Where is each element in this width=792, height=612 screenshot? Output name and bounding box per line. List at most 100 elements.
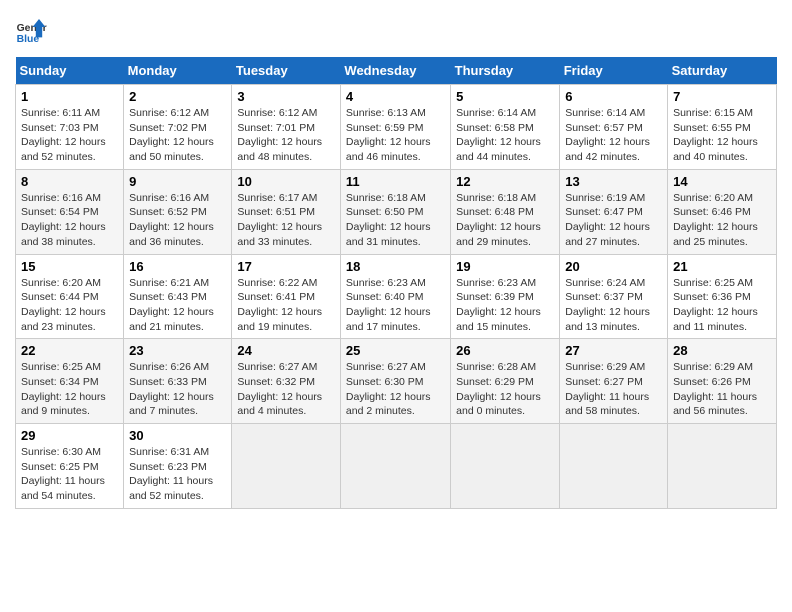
calendar-cell: 4Sunrise: 6:13 AMSunset: 6:59 PMDaylight…: [340, 85, 450, 170]
calendar-cell: [232, 424, 341, 509]
calendar-cell: 3Sunrise: 6:12 AMSunset: 7:01 PMDaylight…: [232, 85, 341, 170]
calendar-cell: 15 Sunrise: 6:20 AMSunset: 6:44 PMDayligh…: [16, 254, 124, 339]
day-details: Sunrise: 6:14 AMSunset: 6:58 PMDaylight:…: [456, 106, 554, 165]
page-header: General Blue: [15, 15, 777, 47]
day-details: Sunrise: 6:25 AMSunset: 6:36 PMDaylight:…: [673, 276, 771, 335]
col-wednesday: Wednesday: [340, 57, 450, 85]
calendar-table: Sunday Monday Tuesday Wednesday Thursday…: [15, 57, 777, 509]
calendar-cell: 12 Sunrise: 6:18 AMSunset: 6:48 PMDayligh…: [451, 169, 560, 254]
day-details: Sunrise: 6:23 AMSunset: 6:39 PMDaylight:…: [456, 276, 554, 335]
day-details: Sunrise: 6:12 AMSunset: 7:01 PMDaylight:…: [237, 106, 335, 165]
day-number: 29: [21, 428, 118, 443]
calendar-cell: [560, 424, 668, 509]
calendar-cell: 30 Sunrise: 6:31 AMSunset: 6:23 PMDayligh…: [124, 424, 232, 509]
day-details: Sunrise: 6:18 AMSunset: 6:50 PMDaylight:…: [346, 191, 445, 250]
day-number: 14: [673, 174, 771, 189]
day-number: 15: [21, 259, 118, 274]
calendar-cell: 13 Sunrise: 6:19 AMSunset: 6:47 PMDayligh…: [560, 169, 668, 254]
calendar-cell: 20 Sunrise: 6:24 AMSunset: 6:37 PMDayligh…: [560, 254, 668, 339]
day-details: Sunrise: 6:30 AMSunset: 6:25 PMDaylight:…: [21, 445, 118, 504]
calendar-cell: 19 Sunrise: 6:23 AMSunset: 6:39 PMDayligh…: [451, 254, 560, 339]
day-details: Sunrise: 6:28 AMSunset: 6:29 PMDaylight:…: [456, 360, 554, 419]
day-details: Sunrise: 6:31 AMSunset: 6:23 PMDaylight:…: [129, 445, 226, 504]
day-number: 27: [565, 343, 662, 358]
logo-icon: General Blue: [15, 15, 47, 47]
calendar-cell: 23 Sunrise: 6:26 AMSunset: 6:33 PMDayligh…: [124, 339, 232, 424]
calendar-cell: 21 Sunrise: 6:25 AMSunset: 6:36 PMDayligh…: [668, 254, 777, 339]
calendar-cell: 26 Sunrise: 6:28 AMSunset: 6:29 PMDayligh…: [451, 339, 560, 424]
day-number: 25: [346, 343, 445, 358]
day-details: Sunrise: 6:24 AMSunset: 6:37 PMDaylight:…: [565, 276, 662, 335]
day-number: 24: [237, 343, 335, 358]
calendar-cell: 17Sunrise: 6:22 AMSunset: 6:41 PMDayligh…: [232, 254, 341, 339]
col-friday: Friday: [560, 57, 668, 85]
day-details: Sunrise: 6:21 AMSunset: 6:43 PMDaylight:…: [129, 276, 226, 335]
calendar-cell: 6 Sunrise: 6:14 AMSunset: 6:57 PMDaylight…: [560, 85, 668, 170]
day-number: 4: [346, 89, 445, 104]
calendar-cell: 16 Sunrise: 6:21 AMSunset: 6:43 PMDayligh…: [124, 254, 232, 339]
col-saturday: Saturday: [668, 57, 777, 85]
day-number: 16: [129, 259, 226, 274]
calendar-cell: 18 Sunrise: 6:23 AMSunset: 6:40 PMDayligh…: [340, 254, 450, 339]
calendar-cell: 10 Sunrise: 6:17 AMSunset: 6:51 PMDayligh…: [232, 169, 341, 254]
day-number: 30: [129, 428, 226, 443]
calendar-cell: 27 Sunrise: 6:29 AMSunset: 6:27 PMDayligh…: [560, 339, 668, 424]
day-number: 26: [456, 343, 554, 358]
day-number: 19: [456, 259, 554, 274]
calendar-cell: 5Sunrise: 6:14 AMSunset: 6:58 PMDaylight…: [451, 85, 560, 170]
calendar-cell: 24 Sunrise: 6:27 AMSunset: 6:32 PMDayligh…: [232, 339, 341, 424]
calendar-cell: 7 Sunrise: 6:15 AMSunset: 6:55 PMDaylight…: [668, 85, 777, 170]
calendar-cell: 9Sunrise: 6:16 AMSunset: 6:52 PMDaylight…: [124, 169, 232, 254]
day-number: 6: [565, 89, 662, 104]
day-details: Sunrise: 6:29 AMSunset: 6:26 PMDaylight:…: [673, 360, 771, 419]
day-details: Sunrise: 6:14 AMSunset: 6:57 PMDaylight:…: [565, 106, 662, 165]
day-number: 9: [129, 174, 226, 189]
col-sunday: Sunday: [16, 57, 124, 85]
col-thursday: Thursday: [451, 57, 560, 85]
calendar-cell: 1Sunrise: 6:11 AMSunset: 7:03 PMDaylight…: [16, 85, 124, 170]
day-number: 23: [129, 343, 226, 358]
day-number: 10: [237, 174, 335, 189]
calendar-cell: 2 Sunrise: 6:12 AMSunset: 7:02 PMDaylight…: [124, 85, 232, 170]
day-details: Sunrise: 6:17 AMSunset: 6:51 PMDaylight:…: [237, 191, 335, 250]
logo: General Blue: [15, 15, 47, 47]
day-number: 22: [21, 343, 118, 358]
day-number: 13: [565, 174, 662, 189]
day-number: 1: [21, 89, 118, 104]
calendar-cell: 25 Sunrise: 6:27 AMSunset: 6:30 PMDayligh…: [340, 339, 450, 424]
calendar-cell: 29 Sunrise: 6:30 AMSunset: 6:25 PMDayligh…: [16, 424, 124, 509]
day-details: Sunrise: 6:29 AMSunset: 6:27 PMDaylight:…: [565, 360, 662, 419]
calendar-week-row: 29 Sunrise: 6:30 AMSunset: 6:25 PMDayligh…: [16, 424, 777, 509]
day-details: Sunrise: 6:25 AMSunset: 6:34 PMDaylight:…: [21, 360, 118, 419]
day-number: 8: [21, 174, 118, 189]
calendar-week-row: 8 Sunrise: 6:16 AMSunset: 6:54 PMDaylight…: [16, 169, 777, 254]
day-details: Sunrise: 6:27 AMSunset: 6:30 PMDaylight:…: [346, 360, 445, 419]
day-number: 20: [565, 259, 662, 274]
day-number: 12: [456, 174, 554, 189]
calendar-cell: 11 Sunrise: 6:18 AMSunset: 6:50 PMDayligh…: [340, 169, 450, 254]
day-number: 21: [673, 259, 771, 274]
day-number: 18: [346, 259, 445, 274]
calendar-cell: [668, 424, 777, 509]
calendar-cell: 14 Sunrise: 6:20 AMSunset: 6:46 PMDayligh…: [668, 169, 777, 254]
day-details: Sunrise: 6:15 AMSunset: 6:55 PMDaylight:…: [673, 106, 771, 165]
day-number: 11: [346, 174, 445, 189]
calendar-week-row: 15 Sunrise: 6:20 AMSunset: 6:44 PMDayligh…: [16, 254, 777, 339]
day-details: Sunrise: 6:27 AMSunset: 6:32 PMDaylight:…: [237, 360, 335, 419]
day-details: Sunrise: 6:26 AMSunset: 6:33 PMDaylight:…: [129, 360, 226, 419]
calendar-week-row: 1Sunrise: 6:11 AMSunset: 7:03 PMDaylight…: [16, 85, 777, 170]
calendar-week-row: 22 Sunrise: 6:25 AMSunset: 6:34 PMDayligh…: [16, 339, 777, 424]
day-details: Sunrise: 6:12 AMSunset: 7:02 PMDaylight:…: [129, 106, 226, 165]
day-number: 7: [673, 89, 771, 104]
day-details: Sunrise: 6:16 AMSunset: 6:54 PMDaylight:…: [21, 191, 118, 250]
calendar-cell: 28 Sunrise: 6:29 AMSunset: 6:26 PMDayligh…: [668, 339, 777, 424]
day-details: Sunrise: 6:19 AMSunset: 6:47 PMDaylight:…: [565, 191, 662, 250]
calendar-cell: 22 Sunrise: 6:25 AMSunset: 6:34 PMDayligh…: [16, 339, 124, 424]
day-details: Sunrise: 6:20 AMSunset: 6:44 PMDaylight:…: [21, 276, 118, 335]
day-number: 28: [673, 343, 771, 358]
day-details: Sunrise: 6:20 AMSunset: 6:46 PMDaylight:…: [673, 191, 771, 250]
day-details: Sunrise: 6:18 AMSunset: 6:48 PMDaylight:…: [456, 191, 554, 250]
day-details: Sunrise: 6:23 AMSunset: 6:40 PMDaylight:…: [346, 276, 445, 335]
calendar-cell: [451, 424, 560, 509]
day-number: 2: [129, 89, 226, 104]
